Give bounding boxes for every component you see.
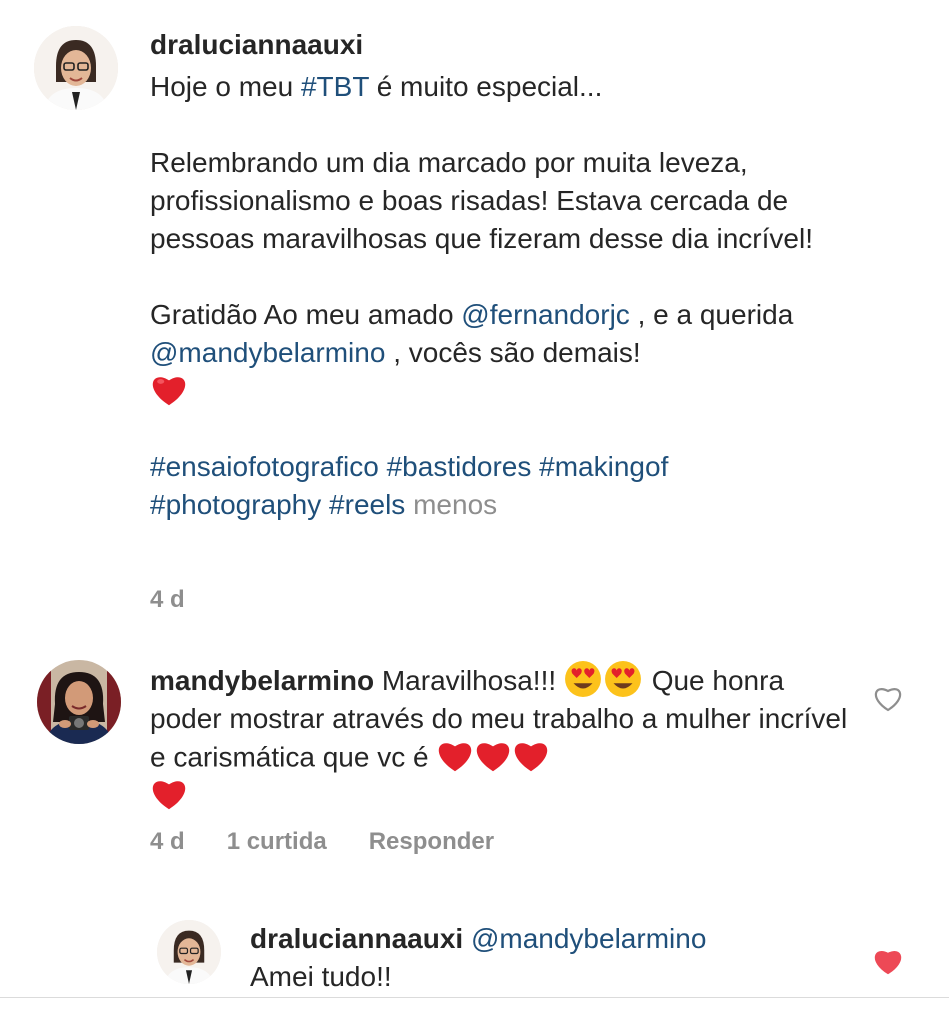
reply-body: Amei tudo!! bbox=[250, 961, 392, 992]
avatar[interactable] bbox=[37, 660, 121, 744]
mention-mandybelarmino[interactable]: @mandybelarmino bbox=[471, 923, 706, 954]
caption-hashtags: #ensaiofotografico #bastidores #makingof… bbox=[150, 448, 890, 524]
caption-para3-prefix: Gratidão Ao meu amado bbox=[150, 299, 462, 330]
reply-username[interactable]: draluciannaauxi bbox=[250, 923, 463, 954]
comment-likes-count[interactable]: 1 curtida bbox=[227, 828, 327, 855]
caption-timestamp: 4 d bbox=[150, 586, 185, 613]
hashtag-ensaiofotografico[interactable]: #ensaiofotografico bbox=[150, 451, 379, 482]
caption-meta: 4 d bbox=[150, 586, 227, 614]
less-button[interactable]: menos bbox=[413, 489, 497, 520]
comment-meta: 4 d 1 curtida Responder bbox=[150, 828, 536, 856]
red-heart-emoji-icon bbox=[474, 738, 512, 772]
mention-mandybelarmino[interactable]: @mandybelarmino bbox=[150, 337, 385, 368]
reply-text: draluciannaauxi @mandybelarmino Amei tud… bbox=[250, 920, 850, 996]
comment-text: mandybelarmino Maravilhosa!!! Que honra … bbox=[150, 660, 860, 815]
like-button[interactable] bbox=[873, 947, 903, 975]
comment-username[interactable]: mandybelarmino bbox=[150, 665, 374, 696]
like-button[interactable] bbox=[873, 684, 903, 712]
caption-text: draluciannaauxi Hoje o meu #TBT é muito … bbox=[150, 26, 890, 524]
heart-filled-icon bbox=[874, 951, 902, 975]
heart-eyes-emoji-icon bbox=[564, 660, 602, 698]
red-heart-emoji-icon bbox=[512, 738, 550, 772]
reply-button[interactable]: Responder bbox=[369, 828, 494, 855]
heart-eyes-emoji-icon bbox=[604, 660, 642, 698]
comment-timestamp: 4 d bbox=[150, 828, 185, 855]
caption-comment: draluciannaauxi Hoje o meu #TBT é muito … bbox=[0, 0, 949, 630]
comment-mandybelarmino: mandybelarmino Maravilhosa!!! Que honra … bbox=[0, 630, 949, 910]
avatar[interactable] bbox=[157, 920, 221, 984]
caption-paragraph-3: Gratidão Ao meu amado @fernandorjc , e a… bbox=[150, 296, 890, 410]
hashtag-reels[interactable]: #reels bbox=[329, 489, 405, 520]
caption-username[interactable]: draluciannaauxi bbox=[150, 29, 363, 60]
divider bbox=[0, 997, 949, 998]
red-heart-emoji-icon bbox=[436, 738, 474, 772]
hashtag-tbt[interactable]: #TBT bbox=[301, 71, 369, 102]
reply-draluciannaauxi: draluciannaauxi @mandybelarmino Amei tud… bbox=[0, 910, 949, 1000]
caption-line1-prefix: Hoje o meu bbox=[150, 71, 301, 102]
hashtag-bastidores[interactable]: #bastidores bbox=[387, 451, 532, 482]
caption-paragraph-2: Relembrando um dia marcado por muita lev… bbox=[150, 147, 813, 254]
hashtag-photography[interactable]: #photography bbox=[150, 489, 321, 520]
mention-fernandorjc[interactable]: @fernandorjc bbox=[461, 299, 630, 330]
red-heart-emoji-icon bbox=[150, 372, 188, 406]
comment-text-part-1: Maravilhosa!!! bbox=[374, 665, 564, 696]
avatar[interactable] bbox=[34, 26, 118, 110]
caption-line1-suffix: é muito especial... bbox=[368, 71, 603, 102]
caption-para3-mid: , e a querida bbox=[629, 299, 794, 330]
hashtag-makingof[interactable]: #makingof bbox=[539, 451, 668, 482]
heart-outline-icon bbox=[874, 688, 902, 712]
caption-line1: Hoje o meu #TBT é muito especial... bbox=[150, 68, 890, 106]
caption-para3-suffix: , vocês são demais! bbox=[385, 337, 641, 368]
red-heart-emoji-icon bbox=[150, 776, 188, 810]
